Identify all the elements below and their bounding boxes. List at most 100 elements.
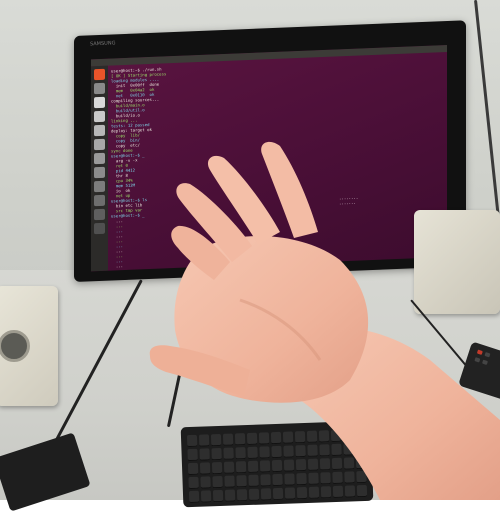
keyboard-key[interactable] [332,471,343,485]
keyboard-key[interactable] [355,456,367,470]
keyboard-key[interactable] [295,444,306,458]
remote-button[interactable] [481,359,488,366]
keyboard-key[interactable] [188,476,199,490]
keyboard-key[interactable] [356,484,368,498]
keyboard-key[interactable] [223,461,235,474]
launcher-app-icon[interactable] [94,222,105,235]
keyboard-key[interactable] [260,488,272,501]
left-speaker [0,286,58,406]
keyboard-key[interactable] [343,443,354,456]
desktop-topbar [91,45,447,67]
keyboard-key[interactable] [308,472,319,485]
keyboard-key[interactable] [295,458,307,472]
remote-button[interactable] [474,357,481,363]
keyboard-key[interactable] [247,460,259,474]
keyboard-key[interactable] [199,448,210,461]
keyboard-key[interactable] [296,486,308,500]
keyboard-key[interactable] [296,472,307,486]
keyboard-key[interactable] [247,446,258,460]
launcher-app-icon[interactable] [94,180,105,193]
remote-button[interactable] [484,352,491,358]
keyboard-key[interactable] [199,462,211,475]
keyboard-key[interactable] [272,473,283,487]
launcher-app-icon[interactable] [94,194,105,207]
keyboard-key[interactable] [270,431,282,445]
terminal-window[interactable]: user@host:~$ ./run.sh[ OK ] Starting pro… [111,65,201,269]
keyboard-key[interactable] [306,430,318,443]
keyboard-key[interactable] [212,475,223,489]
keyboard-key[interactable] [260,474,271,487]
keyboard-key[interactable] [248,474,259,487]
screen: user@host:~$ ./run.sh[ OK ] Starting pro… [91,45,447,272]
keyboard-key[interactable] [283,459,295,472]
keyboard-key[interactable] [331,443,342,457]
keyboard[interactable] [180,420,374,508]
keyboard-key[interactable] [188,490,200,504]
keyboard-key[interactable] [259,460,271,473]
launcher-app-icon[interactable] [94,138,105,151]
keyboard-key[interactable] [284,487,296,500]
launcher-app-icon[interactable] [94,152,105,165]
keyboard-key[interactable] [224,475,235,488]
keyboard-key[interactable] [294,431,306,444]
keyboard-key[interactable] [200,476,211,489]
keyboard-key[interactable] [211,461,223,475]
keyboard-key[interactable] [271,445,282,459]
remote-button[interactable] [476,349,483,355]
keyboard-key[interactable] [319,458,331,471]
keyboard-key[interactable] [234,433,246,446]
keyboard-key[interactable] [248,488,260,501]
launcher-app-icon[interactable] [94,124,105,137]
launcher-bar [91,65,108,272]
keyboard-key[interactable] [272,487,284,501]
launcher-app-icon[interactable] [94,208,105,221]
keyboard-key[interactable] [356,470,367,484]
desktop-side-text: ............... [339,195,358,206]
right-speaker [414,210,500,314]
keyboard-key[interactable] [283,445,294,458]
keyboard-key[interactable] [282,431,294,444]
launcher-app-icon[interactable] [94,68,105,81]
speaker-cone [0,330,30,362]
keyboard-key[interactable] [271,459,283,473]
keyboard-key[interactable] [198,434,210,447]
keyboard-key[interactable] [307,458,319,471]
keyboard-keys [186,428,368,504]
launcher-app-icon[interactable] [94,166,105,179]
keyboard-key[interactable] [187,448,198,462]
keyboard-key[interactable] [200,490,212,503]
keyboard-key[interactable] [236,475,247,488]
keyboard-key[interactable] [342,429,354,442]
keyboard-key[interactable] [210,433,222,447]
keyboard-key[interactable] [308,486,320,499]
keyboard-key[interactable] [354,428,366,442]
launcher-app-icon[interactable] [94,82,105,95]
keyboard-key[interactable] [355,442,366,456]
keyboard-key[interactable] [235,447,246,460]
keyboard-key[interactable] [343,457,355,470]
keyboard-key[interactable] [344,471,355,484]
keyboard-key[interactable] [330,429,342,443]
keyboard-key[interactable] [246,432,258,446]
keyboard-key[interactable] [211,447,222,461]
keyboard-key[interactable] [212,489,224,503]
launcher-app-icon[interactable] [94,110,105,123]
keyboard-key[interactable] [235,461,247,474]
launcher-app-icon[interactable] [94,96,105,109]
keyboard-key[interactable] [284,473,295,486]
side-text-line: ....... [339,199,356,206]
keyboard-key[interactable] [320,472,331,485]
keyboard-key[interactable] [331,457,343,471]
keyboard-key[interactable] [187,462,199,476]
keyboard-key[interactable] [223,447,234,460]
keyboard-key[interactable] [344,485,356,498]
keyboard-key[interactable] [307,444,318,457]
keyboard-key[interactable] [320,486,332,499]
keyboard-key[interactable] [259,446,270,459]
keyboard-key[interactable] [332,485,344,499]
keyboard-key[interactable] [319,444,330,457]
keyboard-key[interactable] [222,433,234,446]
keyboard-key[interactable] [318,430,330,443]
keyboard-key[interactable] [258,432,270,445]
keyboard-key[interactable] [186,434,198,448]
